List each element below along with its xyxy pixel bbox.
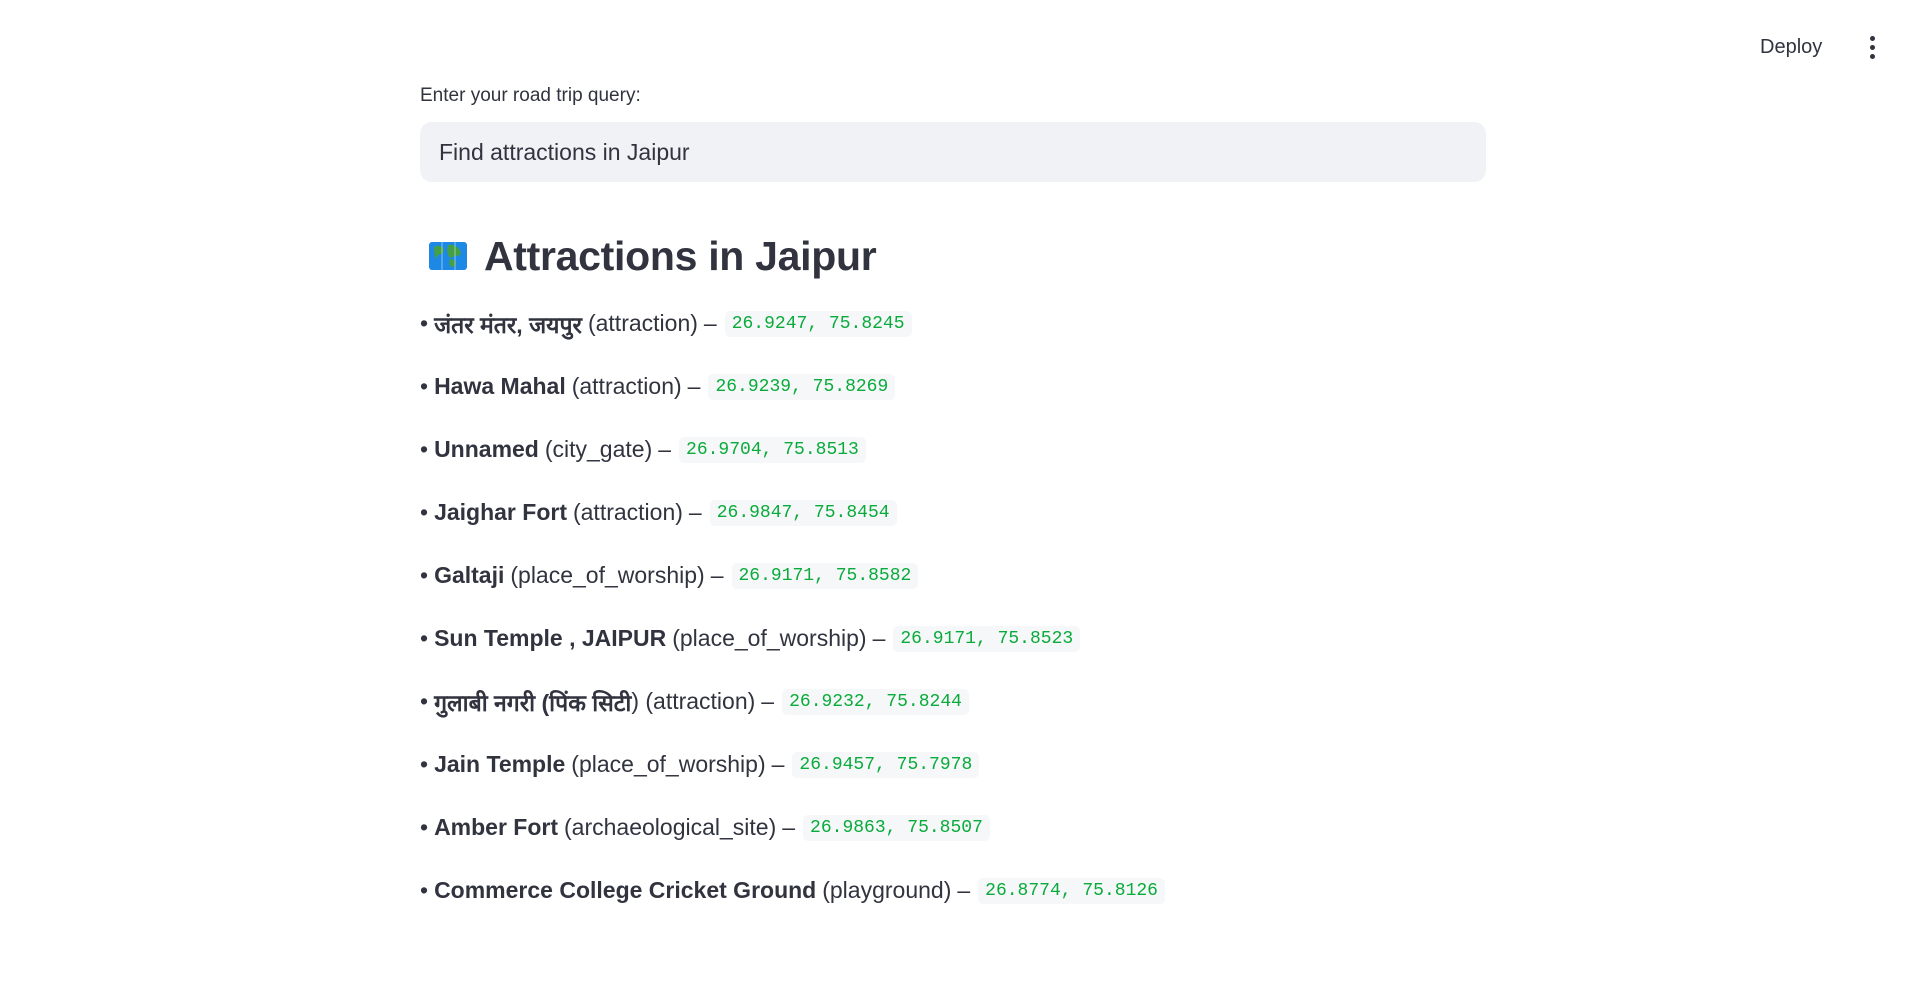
main-content: Enter your road trip query: Attractions … bbox=[420, 84, 1486, 922]
attraction-name: Jaighar Fort bbox=[434, 499, 567, 525]
attraction-category: (place_of_worship) bbox=[672, 625, 867, 651]
separator: – bbox=[703, 310, 717, 336]
list-item: • Commerce College Cricket Ground (playg… bbox=[420, 859, 1486, 922]
separator: – bbox=[761, 688, 775, 714]
attraction-name: Amber Fort bbox=[434, 814, 559, 840]
bullet: • bbox=[420, 625, 429, 651]
attraction-category: (archaeological_site) bbox=[564, 814, 777, 840]
separator: – bbox=[957, 877, 971, 903]
coordinates: 26.8774, 75.8126 bbox=[978, 877, 1165, 904]
attraction-name: Unnamed bbox=[434, 436, 539, 462]
attraction-category: (attraction) bbox=[572, 499, 683, 525]
bullet: • bbox=[420, 751, 429, 777]
attraction-category: (city_gate) bbox=[544, 436, 653, 462]
coordinates: 26.9247, 75.8245 bbox=[724, 310, 912, 337]
coordinates: 26.9457, 75.7978 bbox=[792, 751, 980, 778]
bullet: • bbox=[420, 499, 429, 525]
attraction-name: जंतर मंतर, जयपुर bbox=[434, 311, 582, 338]
list-item: • Unnamed (city_gate) – 26.9704, 75.8513 bbox=[420, 418, 1486, 481]
attraction-name: Jain Temple bbox=[434, 751, 566, 777]
separator: – bbox=[687, 373, 701, 399]
bullet: • bbox=[420, 436, 429, 462]
attraction-category: (playground) bbox=[822, 877, 952, 903]
attraction-name: Commerce College Cricket Ground bbox=[434, 877, 817, 903]
list-item: • Jain Temple (place_of_worship) – 26.94… bbox=[420, 733, 1486, 796]
bullet: • bbox=[420, 310, 429, 336]
attraction-name: गुलाबी नगरी (पिंक सिटी bbox=[434, 689, 632, 716]
main-menu-button[interactable] bbox=[1856, 31, 1888, 63]
separator: – bbox=[782, 814, 796, 840]
attraction-category: (place_of_worship) bbox=[571, 751, 766, 777]
list-item: • Jaighar Fort (attraction) – 26.9847, 7… bbox=[420, 481, 1486, 544]
coordinates: 26.9171, 75.8523 bbox=[893, 625, 1081, 652]
list-item: • गुलाबी नगरी (पिंक सिटी ) (attraction) … bbox=[420, 670, 1486, 733]
bullet: • bbox=[420, 814, 429, 840]
coordinates: 26.9171, 75.8582 bbox=[731, 562, 919, 589]
bullet: • bbox=[420, 688, 429, 714]
attraction-name: Galtaji bbox=[434, 562, 505, 588]
query-input[interactable] bbox=[420, 122, 1486, 182]
query-label: Enter your road trip query: bbox=[420, 85, 641, 106]
attraction-category: ) (attraction) bbox=[631, 688, 756, 714]
attraction-category: (attraction) bbox=[587, 310, 698, 336]
separator: – bbox=[771, 751, 785, 777]
attraction-category: (place_of_worship) bbox=[510, 562, 705, 588]
list-item: • Galtaji (place_of_worship) – 26.9171, … bbox=[420, 544, 1486, 607]
world-map-icon bbox=[429, 242, 467, 270]
vertical-ellipsis-icon bbox=[1869, 35, 1875, 41]
bullet: • bbox=[420, 877, 429, 903]
list-item: • जंतर मंतर, जयपुर (attraction) – 26.924… bbox=[420, 292, 1486, 355]
coordinates: 26.9232, 75.8244 bbox=[782, 688, 969, 715]
coordinates: 26.9863, 75.8507 bbox=[803, 814, 990, 841]
attraction-category: (attraction) bbox=[571, 373, 682, 399]
separator: – bbox=[658, 436, 672, 462]
separator: – bbox=[872, 625, 886, 651]
list-item: • Sun Temple , JAIPUR (place_of_worship)… bbox=[420, 607, 1486, 670]
bullet: • bbox=[420, 562, 429, 588]
coordinates: 26.9239, 75.8269 bbox=[708, 373, 896, 400]
attraction-name: Hawa Mahal bbox=[434, 373, 566, 399]
attraction-name: Sun Temple , JAIPUR bbox=[434, 625, 667, 651]
coordinates: 26.9847, 75.8454 bbox=[709, 499, 897, 526]
attractions-list: • जंतर मंतर, जयपुर (attraction) – 26.924… bbox=[420, 292, 1486, 922]
separator: – bbox=[710, 562, 724, 588]
app-header: Deploy bbox=[0, 0, 1906, 90]
results-heading: Attractions in Jaipur bbox=[420, 228, 1486, 284]
deploy-button[interactable]: Deploy bbox=[1748, 31, 1834, 63]
coordinates: 26.9704, 75.8513 bbox=[679, 436, 866, 463]
list-item: • Amber Fort (archaeological_site) – 26.… bbox=[420, 796, 1486, 859]
results-heading-text: Attractions in Jaipur bbox=[484, 232, 877, 279]
separator: – bbox=[688, 499, 702, 525]
list-item: • Hawa Mahal (attraction) – 26.9239, 75.… bbox=[420, 355, 1486, 418]
bullet: • bbox=[420, 373, 429, 399]
